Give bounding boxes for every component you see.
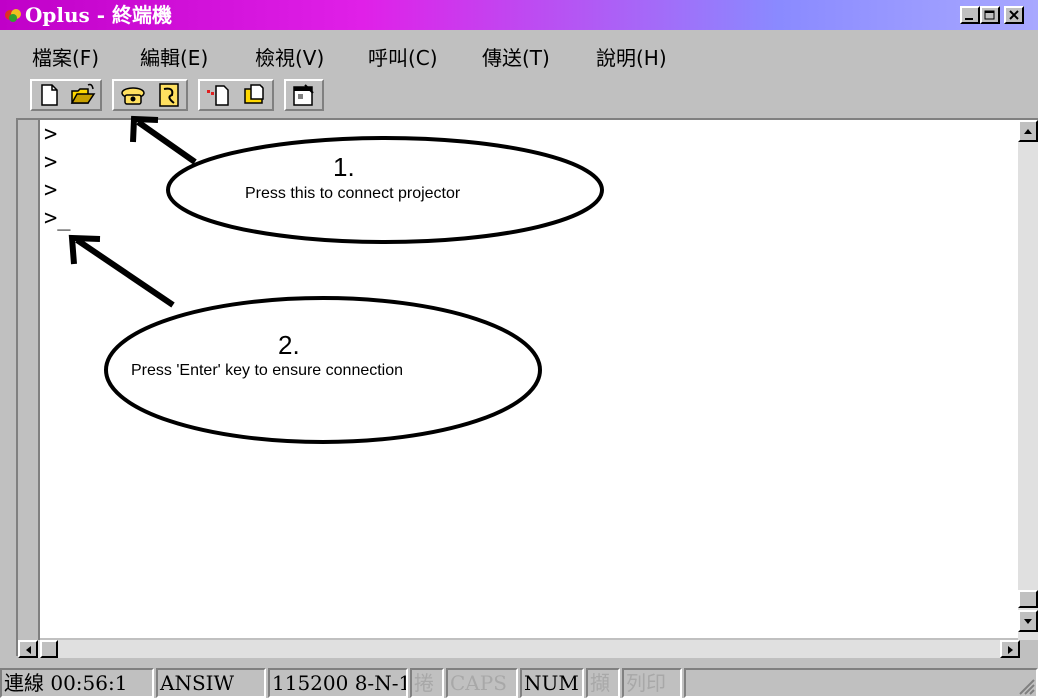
terminal-window: Oplus - 終端機 檔案(F) 編輯(E) 檢視(V) 呼叫(C) 傳送(T… [0, 0, 1038, 698]
annotation-arrow-1 [130, 115, 197, 165]
annotation-caption-2: Press 'Enter' key to ensure connection [131, 362, 404, 379]
status-caps-indicator: CAPS [446, 668, 518, 698]
annotation-arrow-2 [68, 234, 175, 308]
annotation-caption-1: Press this to connect projector [245, 185, 461, 202]
status-scroll-indicator: 捲 [410, 668, 444, 698]
status-empty-area [684, 668, 1038, 698]
status-bar: 連線 00:56:1 ANSIW 115200 8-N-1 捲 CAPS NUM… [0, 660, 1038, 698]
annotation-overlay [68, 115, 604, 444]
annotation-number-1: 1. [333, 152, 355, 182]
status-print-indicator: 列印 [622, 668, 682, 698]
resize-grip-icon[interactable] [1016, 672, 1036, 696]
status-connection-time: 連線 00:56:1 [0, 668, 154, 698]
status-emulation: ANSIW [156, 668, 266, 698]
annotation-number-2: 2. [278, 330, 300, 360]
status-capture-indicator: 擷 [586, 668, 620, 698]
status-port-settings: 115200 8-N-1 [268, 668, 408, 698]
status-num-indicator: NUM [520, 668, 584, 698]
